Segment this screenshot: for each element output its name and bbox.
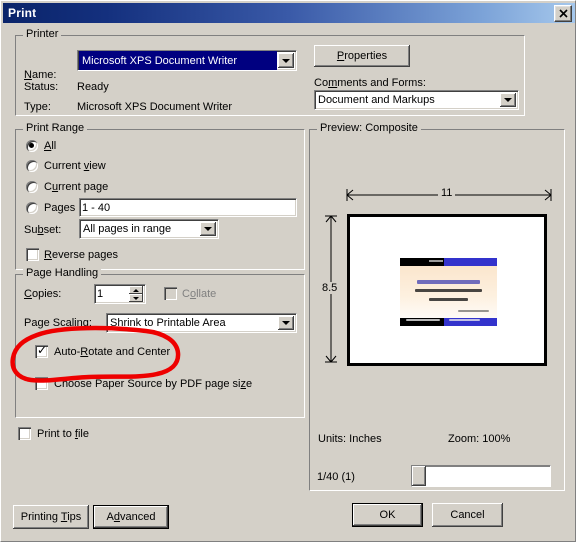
paper-source-label: Choose Paper Source by PDF page size: [54, 378, 253, 390]
comments-and-forms-value: Document and Markups: [318, 94, 435, 106]
advanced-button[interactable]: Advanced: [93, 505, 169, 529]
preview-group-label: Preview: Composite: [317, 122, 421, 134]
preview-page-counter: 1/40 (1): [317, 471, 355, 483]
subset-label: Subset:: [24, 224, 62, 236]
radio-current-page[interactable]: [26, 181, 38, 193]
radio-all-label: All: [44, 140, 57, 152]
ok-button[interactable]: OK: [352, 503, 423, 527]
radio-all[interactable]: [26, 140, 38, 152]
pages-input-value: 1 - 40: [82, 201, 111, 214]
preview-units: Units: Inches: [318, 433, 382, 445]
reverse-pages-checkbox[interactable]: [26, 248, 39, 261]
printer-name-label: Name:: [24, 69, 57, 81]
close-glyph: [558, 9, 568, 18]
chevron-down-icon[interactable]: [500, 93, 516, 107]
printer-name-value: Microsoft XPS Document Writer: [79, 51, 277, 70]
slide-footer-right: [448, 318, 480, 321]
radio-pages[interactable]: [26, 202, 38, 214]
preview-zoom: Zoom: 100%: [448, 433, 511, 445]
subset-value: All pages in range: [83, 223, 172, 235]
preview-scrollbar-thumb[interactable]: [412, 466, 426, 486]
slide-title-line: [417, 279, 480, 284]
chevron-down-icon[interactable]: [278, 53, 294, 68]
pages-input[interactable]: 1 - 40: [79, 198, 297, 217]
print-to-file-checkbox[interactable]: [18, 427, 31, 440]
reverse-pages-label: Reverse pages: [44, 249, 118, 261]
title-bar[interactable]: Print: [3, 3, 575, 23]
close-icon[interactable]: [554, 5, 572, 22]
page-scaling-label: Page Scaling:: [24, 317, 92, 329]
printing-tips-button[interactable]: Printing Tips: [13, 505, 89, 529]
printer-name-combo[interactable]: Microsoft XPS Document Writer: [77, 50, 297, 71]
slide-misc-line: [458, 310, 490, 313]
preview-height-value: 8.5: [319, 282, 341, 294]
ok-label: OK: [379, 509, 396, 521]
advanced-label: Advanced: [106, 511, 156, 523]
copies-stepper-down[interactable]: [129, 294, 143, 302]
collate-checkbox[interactable]: [164, 287, 177, 300]
slide-author-line: [429, 298, 468, 302]
copies-label: Copies:: [24, 288, 62, 300]
preview-page: [347, 214, 547, 366]
checkmark-icon: ✓: [37, 343, 48, 357]
properties-button-label: Properties: [336, 50, 388, 62]
comments-and-forms-label: Comments and Forms:: [314, 77, 426, 89]
chevron-down-icon[interactable]: [200, 222, 216, 236]
slide-top-band: [400, 258, 497, 266]
preview-scrollbar[interactable]: [411, 465, 551, 487]
window-title: Print: [8, 6, 37, 20]
slide-footer-left: [405, 318, 440, 321]
slide-subtitle-line: [414, 289, 483, 293]
printer-status-value: Ready: [77, 81, 109, 93]
printer-status-label: Status:: [24, 81, 59, 93]
paper-source-checkbox[interactable]: [35, 377, 48, 390]
properties-button[interactable]: Properties: [314, 45, 410, 67]
printer-type-label: Type:: [24, 101, 51, 113]
collate-label: Collate: [182, 288, 217, 300]
print-to-file-label: Print to file: [37, 428, 89, 440]
copies-stepper-up[interactable]: [129, 286, 143, 294]
chevron-down-icon[interactable]: [278, 316, 294, 330]
preview-width-value: 11: [438, 187, 456, 199]
cancel-label: Cancel: [450, 509, 485, 521]
comments-and-forms-combo[interactable]: Document and Markups: [314, 90, 519, 110]
copies-stepper[interactable]: [129, 286, 143, 302]
print-range-group-label: Print Range: [23, 122, 88, 134]
printer-type-value: Microsoft XPS Document Writer: [77, 101, 233, 113]
print-dialog: Print Printer Name: Microsoft XPS Docume…: [0, 0, 576, 542]
radio-current-view-label: Current view: [44, 160, 106, 172]
auto-rotate-checkbox[interactable]: ✓: [35, 343, 48, 358]
printing-tips-label: Printing Tips: [20, 511, 82, 523]
auto-rotate-label: Auto-Rotate and Center: [54, 346, 171, 358]
page-handling-group-label: Page Handling: [23, 267, 102, 279]
page-scaling-combo[interactable]: Shrink to Printable Area: [106, 313, 297, 333]
cancel-button[interactable]: Cancel: [432, 503, 503, 527]
slide-thumbnail: [400, 258, 497, 326]
printer-group-label: Printer: [23, 28, 62, 40]
radio-current-page-label: Current page: [44, 181, 109, 193]
radio-current-view[interactable]: [26, 160, 38, 172]
page-scaling-value: Shrink to Printable Area: [110, 317, 226, 329]
radio-pages-label: Pages: [44, 202, 76, 214]
copies-value: 1: [97, 288, 104, 300]
subset-combo[interactable]: All pages in range: [79, 219, 219, 239]
